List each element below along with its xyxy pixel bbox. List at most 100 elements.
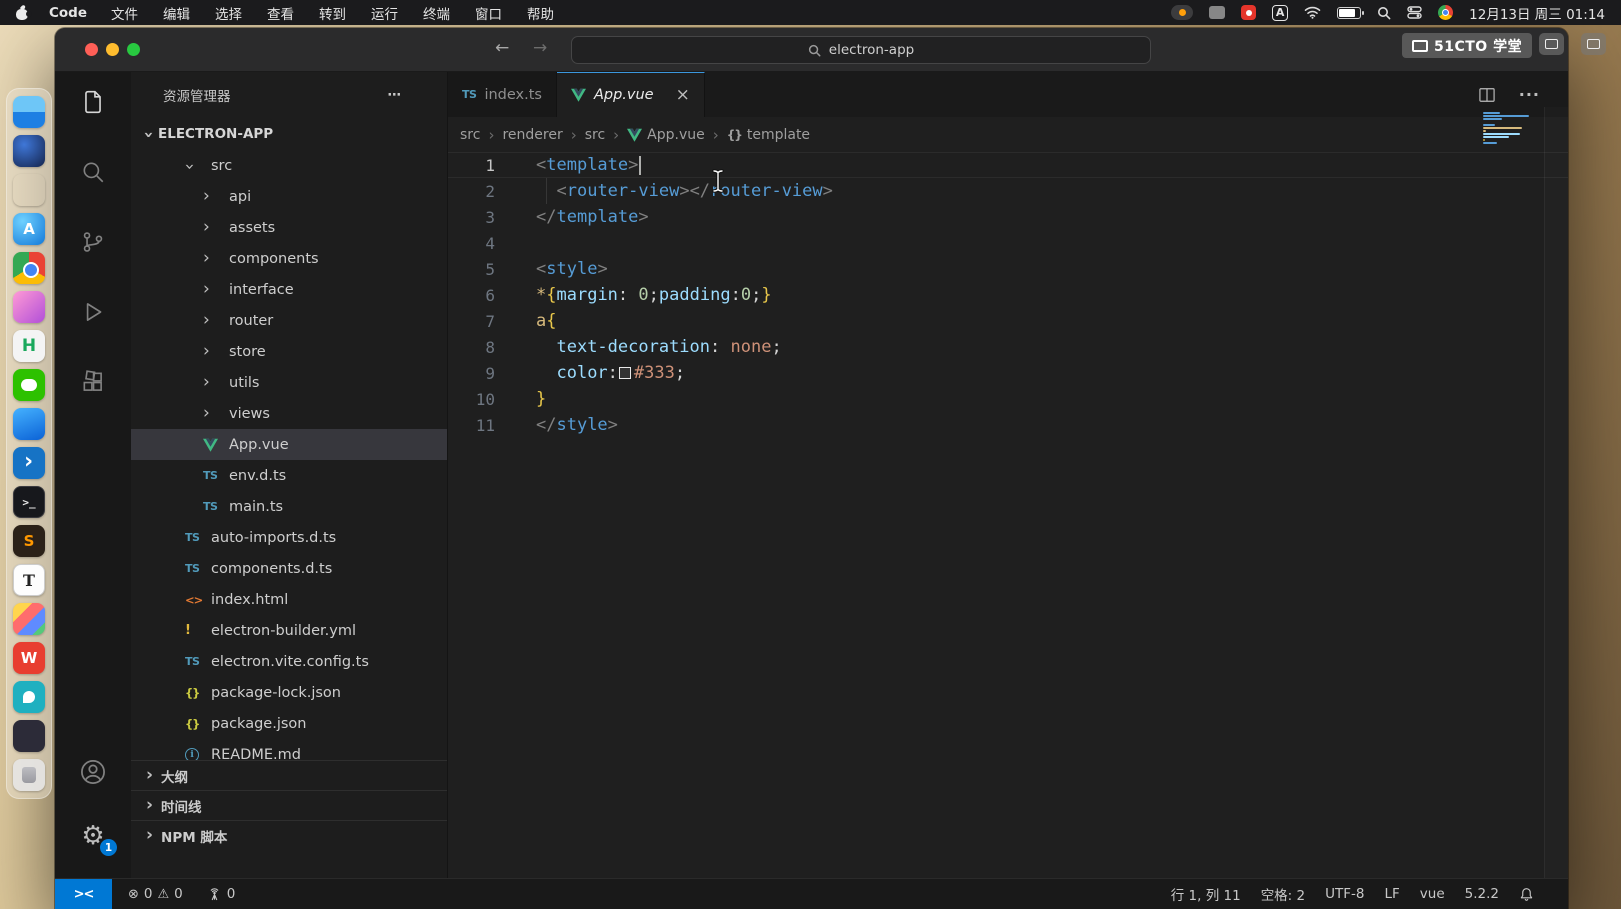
menu-item-0[interactable]: 文件 [111, 3, 138, 23]
breadcrumb-item-template[interactable]: {}template [727, 127, 810, 143]
language-mode[interactable]: vue [1410, 886, 1455, 902]
dark-dock-icon[interactable] [13, 720, 45, 752]
deer-dock-icon[interactable] [13, 681, 45, 713]
color-swatch[interactable] [619, 367, 631, 379]
account-icon[interactable] [77, 756, 109, 788]
code-line-6[interactable]: 6*{margin: 0;padding:0;} [448, 282, 1568, 308]
code-line-9[interactable]: 9 color:#333; [448, 360, 1568, 386]
apple-menu-icon[interactable] [16, 5, 29, 20]
close-window-button[interactable] [85, 43, 98, 56]
tree-item-interface[interactable]: ›interface [131, 274, 447, 305]
menu-item-1[interactable]: 编辑 [163, 3, 190, 23]
wifi-icon[interactable] [1304, 6, 1321, 19]
control-center-icon[interactable] [1407, 6, 1422, 19]
code-line-2[interactable]: 2 <router-view></router-view> [448, 178, 1568, 204]
code-line-5[interactable]: 5<style> [448, 256, 1568, 282]
appstore-dock-icon[interactable] [13, 213, 45, 245]
code-line-7[interactable]: 7a{ [448, 308, 1568, 334]
input-method-icon[interactable]: A [1272, 5, 1288, 21]
tree-item-store[interactable]: ›store [131, 336, 447, 367]
tree-item-package-lock.json[interactable]: {}package-lock.json [131, 677, 447, 708]
port-forward-status[interactable]: 0 [197, 886, 246, 902]
version-status[interactable]: 5.2.2 [1455, 886, 1509, 902]
tree-item-components.d.ts[interactable]: TScomponents.d.ts [131, 553, 447, 584]
menu-item-3[interactable]: 查看 [267, 3, 294, 23]
tree-item-README.md[interactable]: iREADME.md [131, 739, 447, 760]
menu-item-8[interactable]: 帮助 [527, 3, 554, 23]
search-sidebar-icon[interactable] [77, 156, 109, 188]
code-line-11[interactable]: 11</style> [448, 412, 1568, 438]
sidebar-more-actions-icon[interactable]: ⋯ [388, 87, 404, 103]
window-titlebar[interactable]: ← → electron-app 51CTO 学堂 [55, 28, 1568, 72]
breadcrumb-item-src[interactable]: src [585, 127, 605, 143]
tree-item-electron.vite.config.ts[interactable]: TSelectron.vite.config.ts [131, 646, 447, 677]
editor-scrollbar[interactable] [1544, 107, 1568, 878]
settings-gear-icon[interactable]: ⚙ 1 [77, 820, 109, 852]
menu-item-2[interactable]: 选择 [215, 3, 242, 23]
tree-item-index.html[interactable]: <>index.html [131, 584, 447, 615]
breadcrumb-item-renderer[interactable]: renderer [502, 127, 562, 143]
run-debug-icon[interactable] [77, 296, 109, 328]
tree-item-components[interactable]: ›components [131, 243, 447, 274]
tab-App.vue[interactable]: App.vue× [557, 72, 705, 117]
battery-icon[interactable] [1337, 7, 1361, 19]
sidebar-panel-1[interactable]: ›时间线 [131, 790, 447, 820]
close-tab-icon[interactable]: × [676, 87, 690, 104]
sidebar-panel-2[interactable]: ›NPM 脚本 [131, 820, 447, 850]
typora-dock-icon[interactable] [13, 564, 45, 596]
wechat-dock-icon[interactable] [13, 369, 45, 401]
navigate-back-icon[interactable]: ← [495, 38, 509, 58]
breadcrumb-item-App.vue[interactable]: App.vue [627, 127, 705, 143]
split-editor-icon[interactable] [1477, 85, 1497, 105]
tree-item-electron-builder.yml[interactable]: !electron-builder.yml [131, 615, 447, 646]
recorder-layout-icon[interactable] [1581, 33, 1606, 55]
recorder-pip-icon[interactable] [1539, 33, 1564, 55]
navigate-forward-icon[interactable]: → [533, 38, 547, 58]
command-center-search[interactable]: electron-app [571, 36, 1151, 64]
code-line-4[interactable]: 4 [448, 230, 1568, 256]
launchpad-dock-icon[interactable] [13, 174, 45, 206]
screen-recording-icon[interactable] [1171, 5, 1193, 20]
tree-item-views[interactable]: ›views [131, 398, 447, 429]
tree-item-router[interactable]: ›router [131, 305, 447, 336]
explorer-icon[interactable] [77, 86, 109, 118]
sublime-dock-icon[interactable] [13, 525, 45, 557]
tree-item-api[interactable]: ›api [131, 181, 447, 212]
red-app-menubar-icon[interactable] [1241, 5, 1256, 20]
remote-indicator[interactable]: >< [55, 879, 112, 909]
editor-more-actions-icon[interactable]: ··· [1519, 85, 1540, 104]
eol-status[interactable]: LF [1374, 886, 1409, 902]
tree-item-src[interactable]: ›src [131, 150, 447, 181]
menu-item-7[interactable]: 窗口 [475, 3, 502, 23]
finder-dock-icon[interactable] [13, 96, 45, 128]
encoding-status[interactable]: UTF-8 [1315, 886, 1374, 902]
cursor-position[interactable]: 行 1, 列 11 [1161, 884, 1251, 904]
tree-item-utils[interactable]: ›utils [131, 367, 447, 398]
chrome-menubar-icon[interactable] [1438, 5, 1453, 20]
menu-item-6[interactable]: 终端 [423, 3, 450, 23]
problems-status[interactable]: ⊗ 0 ⚠ 0 [118, 886, 193, 902]
sidebar-panel-0[interactable]: ›大纲 [131, 760, 447, 790]
menu-item-5[interactable]: 运行 [371, 3, 398, 23]
code-line-8[interactable]: 8 text-decoration: none; [448, 334, 1568, 360]
code-line-10[interactable]: 10} [448, 386, 1568, 412]
terminal-dock-icon[interactable] [13, 486, 45, 518]
tree-item-assets[interactable]: ›assets [131, 212, 447, 243]
indentation-status[interactable]: 空格: 2 [1251, 884, 1315, 904]
spotlight-icon[interactable] [1377, 6, 1391, 20]
trash-dock-icon[interactable] [13, 759, 45, 791]
tree-item-package.json[interactable]: {}package.json [131, 708, 447, 739]
menubar-clock[interactable]: 12月13日 周三 01:14 [1469, 3, 1605, 23]
breadcrumb-item-src[interactable]: src [460, 127, 480, 143]
wps-dock-icon[interactable] [13, 642, 45, 674]
tree-item-App.vue[interactable]: App.vue [131, 429, 447, 460]
minimize-window-button[interactable] [106, 43, 119, 56]
minimap[interactable] [1483, 112, 1539, 144]
extensions-icon[interactable] [77, 366, 109, 398]
tree-item-auto-imports.d.ts[interactable]: TSauto-imports.d.ts [131, 522, 447, 553]
menu-app-name[interactable]: Code [49, 5, 87, 21]
paint-dock-icon[interactable] [13, 603, 45, 635]
code-line-1[interactable]: 1<template> [448, 152, 1568, 178]
tab-index.ts[interactable]: TSindex.ts [448, 72, 557, 117]
vscode-dock-icon[interactable] [13, 447, 45, 479]
